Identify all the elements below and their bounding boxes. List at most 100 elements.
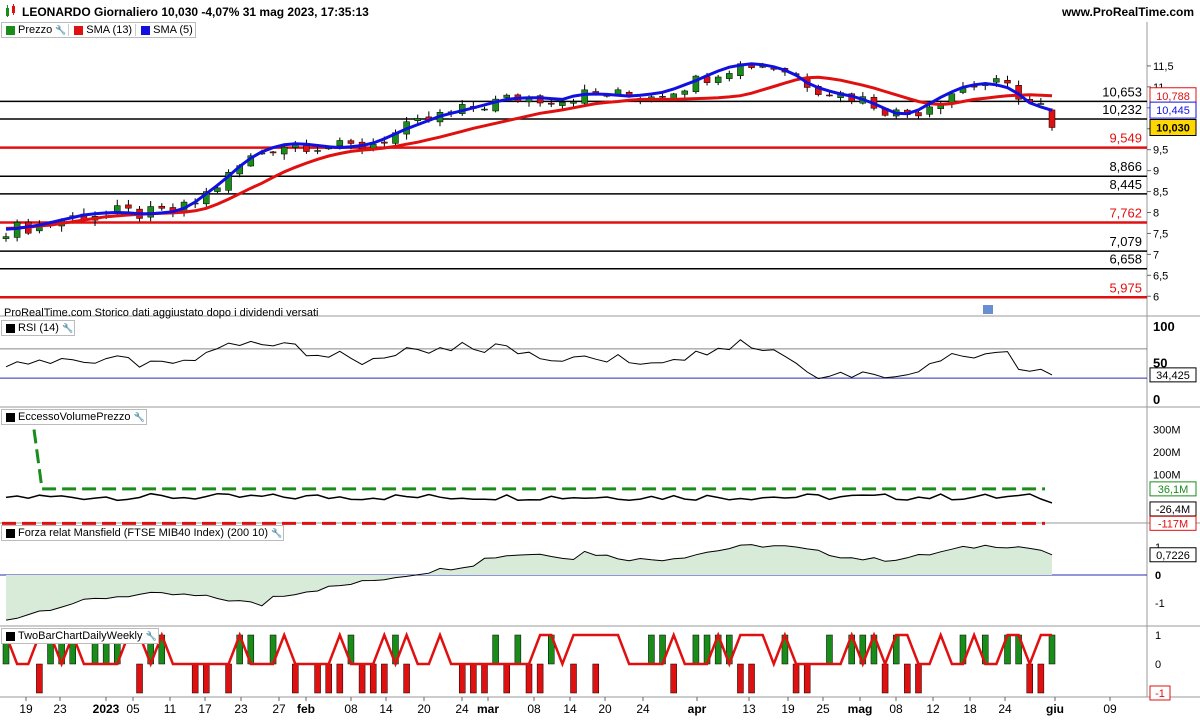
candle-body [280, 146, 288, 155]
x-tick-label: 08 [889, 702, 903, 716]
x-tick-label: 12 [926, 702, 940, 716]
wrench-icon[interactable]: 🔧 [134, 412, 145, 422]
twobar-down-bar [403, 663, 410, 694]
evp-value-label: -117M [1158, 518, 1188, 530]
evp-legend[interactable]: EccessoVolumePrezzo 🔧 [1, 409, 147, 425]
twobar-down-bar [904, 663, 911, 694]
level-label: 7,762 [1109, 205, 1142, 220]
sma5-swatch [141, 25, 151, 35]
x-tick-label: mag [848, 702, 873, 716]
x-tick-label: 25 [816, 702, 830, 716]
candle-body [1048, 109, 1056, 128]
x-tick-label: 18 [963, 702, 977, 716]
candle-body [269, 151, 277, 154]
candle-body [548, 102, 555, 105]
level-label: 10,653 [1102, 84, 1142, 99]
sma13-swatch [74, 25, 84, 35]
x-tick-label: 23 [234, 702, 248, 716]
twobar-up-bar [826, 634, 833, 665]
candle-body [826, 94, 833, 97]
evp-swatch [6, 412, 15, 422]
twobar-down-bar [670, 663, 677, 694]
twobar-down-bar [381, 663, 388, 694]
level-label: 6,658 [1109, 252, 1142, 267]
rsi-legend[interactable]: RSI (14) 🔧 [1, 320, 75, 336]
price-y-tick-label: 7 [1153, 249, 1159, 261]
twobar-down-bar [470, 663, 477, 694]
twobar-down-bar [336, 663, 344, 694]
price-y-tick-label: 8,5 [1153, 187, 1168, 199]
x-tick-label: 05 [126, 702, 140, 716]
prezzo-swatch [6, 25, 15, 35]
x-tick-label: 24 [998, 702, 1012, 716]
wrench-icon[interactable]: 🔧 [271, 528, 282, 538]
x-tick-label: 20 [598, 702, 612, 716]
twobar-up-bar [514, 634, 522, 665]
x-tick-label: giu [1046, 702, 1064, 716]
twobar-down-bar [737, 663, 744, 694]
rsi-y-tick-label: 100 [1153, 319, 1175, 334]
level-label: 7,079 [1109, 234, 1142, 249]
twobar-down-bar [225, 663, 232, 694]
legend-mansfield: Forza relat Mansfield (FTSE MIB40 Index)… [18, 527, 269, 539]
rsi-swatch [6, 323, 15, 333]
mansfield-y-tick-label: -1 [1155, 598, 1165, 610]
twobar-down-bar [36, 663, 43, 694]
candle-body [659, 96, 666, 98]
twobar-down-bar [881, 663, 889, 694]
wrench-icon[interactable]: 🔧 [62, 323, 73, 333]
candle-body [314, 150, 321, 152]
mansfield-value-label: 0,7226 [1156, 550, 1190, 562]
level-label: 9,549 [1109, 131, 1142, 146]
price-y-tick-label: 9,5 [1153, 145, 1168, 157]
rsi-y-tick-label: 0 [1153, 392, 1160, 407]
candle-body [303, 145, 310, 152]
twobar-down-bar [915, 663, 922, 694]
legend-sma13: SMA (13) [86, 24, 133, 36]
x-tick-label: apr [688, 702, 707, 716]
twobar-up-bar [492, 634, 499, 665]
wrench-icon[interactable]: 🔧 [55, 25, 66, 35]
candle-body [670, 93, 677, 99]
x-tick-label: 14 [379, 702, 393, 716]
x-tick-label: 14 [563, 702, 577, 716]
price-legend[interactable]: Prezzo 🔧 SMA (13) SMA (5) [1, 22, 196, 38]
x-tick-label: 27 [272, 702, 286, 716]
x-tick-label: 09 [1103, 702, 1117, 716]
calendar-icon [983, 305, 993, 314]
candle-body [570, 101, 577, 104]
twobar-down-bar [325, 663, 332, 694]
evp-upper-band [32, 429, 1045, 491]
candle-body [726, 73, 733, 79]
candle-body [481, 108, 488, 111]
evp-y-tick-label: 100M [1153, 470, 1181, 482]
level-label: 8,866 [1109, 159, 1142, 174]
legend-sma5: SMA (5) [153, 24, 193, 36]
price-value-tag-label: 10,445 [1156, 105, 1190, 117]
site-url[interactable]: www.ProRealTime.com [1062, 5, 1194, 19]
twobar-down-bar [1037, 663, 1045, 694]
price-y-tick-label: 11,5 [1153, 61, 1174, 73]
evp-value-label: 36,1M [1158, 484, 1189, 496]
x-tick-label: 17 [198, 702, 212, 716]
candle-body [125, 204, 132, 209]
wrench-icon[interactable]: 🔧 [146, 631, 157, 641]
x-tick-label: feb [297, 702, 315, 716]
candle-body [748, 64, 755, 68]
x-tick-label: 23 [53, 702, 67, 716]
x-tick-label: 24 [455, 702, 469, 716]
chart-canvas[interactable]: 11,51110,5109,598,587,576,5610,65310,232… [0, 0, 1200, 720]
twobar-legend[interactable]: TwoBarChartDailyWeekly 🔧 [1, 628, 159, 644]
x-tick-label: 20 [417, 702, 431, 716]
twobar-down-bar [458, 663, 466, 694]
price-y-tick-label: 8 [1153, 208, 1159, 220]
x-tick-label: 08 [527, 702, 541, 716]
twobar-down-bar [292, 663, 299, 694]
twobar-down-bar [536, 663, 544, 694]
mansfield-legend[interactable]: Forza relat Mansfield (FTSE MIB40 Index)… [1, 525, 285, 541]
candle-body [993, 78, 1000, 83]
candle-body [1037, 103, 1045, 105]
evp-line [5, 492, 1053, 504]
price-y-tick-label: 7,5 [1153, 228, 1168, 240]
x-tick-label: 11 [164, 702, 177, 716]
